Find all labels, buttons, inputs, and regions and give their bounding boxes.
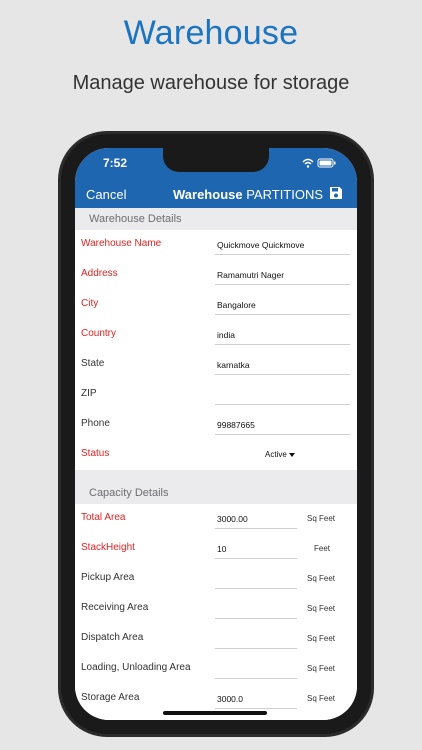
- form-row-total-area: Total Area 3000.00 Sq Feet: [75, 504, 357, 534]
- nav-title: Warehouse PARTITIONS: [173, 187, 323, 202]
- phone-label: Phone: [81, 418, 110, 429]
- storage-area-unit: Sq Feet: [307, 694, 336, 703]
- phone-input[interactable]: 99887665: [215, 414, 350, 435]
- phone-notch: [163, 148, 269, 172]
- form-row-zip: ZIP: [75, 380, 357, 410]
- zip-label: ZIP: [81, 388, 97, 399]
- storage-area-label: Storage Area: [81, 692, 140, 703]
- storage-area-input[interactable]: 3000.0: [215, 688, 297, 709]
- total-area-unit: Sq Feet: [307, 514, 336, 523]
- nav-title-partitions: PARTITIONS: [246, 187, 324, 202]
- loading-unloading-area-input[interactable]: [215, 658, 297, 679]
- address-input[interactable]: Ramamutri Nager: [215, 264, 350, 285]
- total-area-input[interactable]: 3000.00: [215, 508, 297, 529]
- status-time: 7:52: [103, 156, 128, 170]
- caret-down-icon: [288, 452, 295, 457]
- form-row-receiving-area: Receiving Area Sq Feet: [75, 594, 357, 624]
- city-label: City: [81, 298, 99, 309]
- receiving-area-label: Receiving Area: [81, 602, 149, 613]
- status-label: Status: [81, 448, 110, 459]
- country-label: Country: [81, 328, 117, 339]
- status-value: Active: [265, 450, 287, 459]
- form-row-stack-height: StackHeight 10 Feet: [75, 534, 357, 564]
- dispatch-area-unit: Sq Feet: [307, 634, 336, 643]
- form-row-dispatch-area: Dispatch Area Sq Feet: [75, 624, 357, 654]
- form-row-address: Address Ramamutri Nager: [75, 260, 357, 290]
- address-label: Address: [81, 268, 118, 279]
- warehouse-name-input[interactable]: Quickmove Quickmove: [215, 234, 350, 255]
- form-row-storage-area: Storage Area 3000.0 Sq Feet: [75, 684, 357, 714]
- nav-title-warehouse: Warehouse: [173, 187, 243, 202]
- home-indicator: [163, 711, 267, 715]
- pickup-area-label: Pickup Area: [81, 572, 135, 583]
- form-row-pickup-area: Pickup Area Sq Feet: [75, 564, 357, 594]
- country-input[interactable]: india: [215, 324, 350, 345]
- warehouse-name-label: Warehouse Name: [81, 238, 162, 249]
- pickup-area-input[interactable]: [215, 568, 297, 589]
- form-row-loading-unloading-area: Loading, Unloading Area Sq Feet: [75, 654, 357, 684]
- form-row-phone: Phone 99887665: [75, 410, 357, 440]
- status-dropdown[interactable]: Active: [265, 450, 295, 459]
- form-content: Warehouse Details Warehouse Name Quickmo…: [75, 208, 357, 720]
- loading-unloading-area-unit: Sq Feet: [307, 664, 336, 673]
- receiving-area-input[interactable]: [215, 598, 297, 619]
- stack-height-label: StackHeight: [81, 542, 135, 553]
- navigation-bar: Cancel Warehouse PARTITIONS: [75, 179, 357, 208]
- dispatch-area-input[interactable]: [215, 628, 297, 649]
- stack-height-input[interactable]: 10: [215, 538, 297, 559]
- promo-title: Warehouse: [123, 14, 299, 52]
- save-icon[interactable]: [329, 186, 343, 200]
- cancel-button[interactable]: Cancel: [86, 187, 126, 202]
- dispatch-area-label: Dispatch Area: [81, 632, 144, 643]
- wifi-battery-icon: [302, 158, 336, 168]
- stack-height-unit: Feet: [314, 544, 331, 553]
- pickup-area-unit: Sq Feet: [307, 574, 336, 583]
- receiving-area-unit: Sq Feet: [307, 604, 336, 613]
- form-row-city: City Bangalore: [75, 290, 357, 320]
- phone-screen: 7:52 Cancel Warehouse PARTITIONS Warehou…: [75, 148, 357, 720]
- form-row-status: Status Active: [75, 440, 357, 470]
- state-input[interactable]: karnatka: [215, 354, 350, 375]
- loading-unloading-area-label: Loading, Unloading Area: [81, 662, 191, 673]
- total-area-label: Total Area: [81, 512, 126, 523]
- zip-input[interactable]: [215, 384, 350, 405]
- promo-subtitle: Manage warehouse for storage: [72, 72, 350, 94]
- warehouse-details-header: Warehouse Details: [75, 208, 357, 230]
- form-row-warehouse-name: Warehouse Name Quickmove Quickmove: [75, 230, 357, 260]
- city-input[interactable]: Bangalore: [215, 294, 350, 315]
- form-row-state: State karnatka: [75, 350, 357, 380]
- capacity-details-header: Capacity Details: [75, 470, 357, 504]
- form-row-country: Country india: [75, 320, 357, 350]
- state-label: State: [81, 358, 105, 369]
